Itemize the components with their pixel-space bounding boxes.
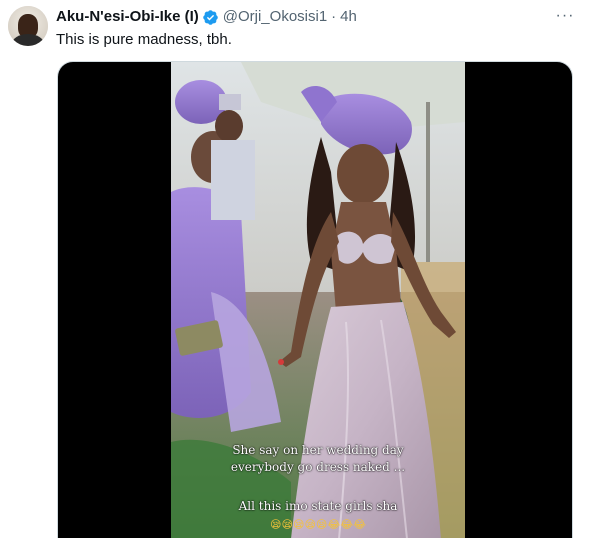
video-caption-emojis: 😪😪😪😪😪😂😂😂 — [270, 518, 366, 531]
separator-dot: · — [331, 8, 337, 25]
tweet-card[interactable]: Aku-N'esi-Obi-Ike (I) @Orji_Okosisi1 · 4… — [0, 0, 595, 538]
avatar[interactable] — [8, 6, 48, 46]
author-handle[interactable]: @Orji_Okosisi1 — [223, 8, 327, 26]
video-frame: She say on her wedding day everybody go … — [171, 62, 465, 538]
video-caption-line3: All this imo state girls sha — [238, 499, 398, 513]
tweet-header: Aku-N'esi-Obi-Ike (I) @Orji_Okosisi1 · 4… — [56, 8, 357, 26]
video-caption-line1: She say on her wedding day — [232, 443, 404, 457]
tweet-text: This is pure madness, tbh. — [56, 31, 232, 48]
verified-badge-icon — [202, 9, 218, 25]
video-player[interactable]: She say on her wedding day everybody go … — [57, 61, 573, 538]
video-caption-line2: everybody go dress naked ... — [230, 460, 406, 474]
more-options-button[interactable]: ··· — [553, 6, 577, 26]
author-display-name[interactable]: Aku-N'esi-Obi-Ike (I) — [56, 8, 199, 26]
timestamp[interactable]: 4h — [340, 8, 357, 26]
